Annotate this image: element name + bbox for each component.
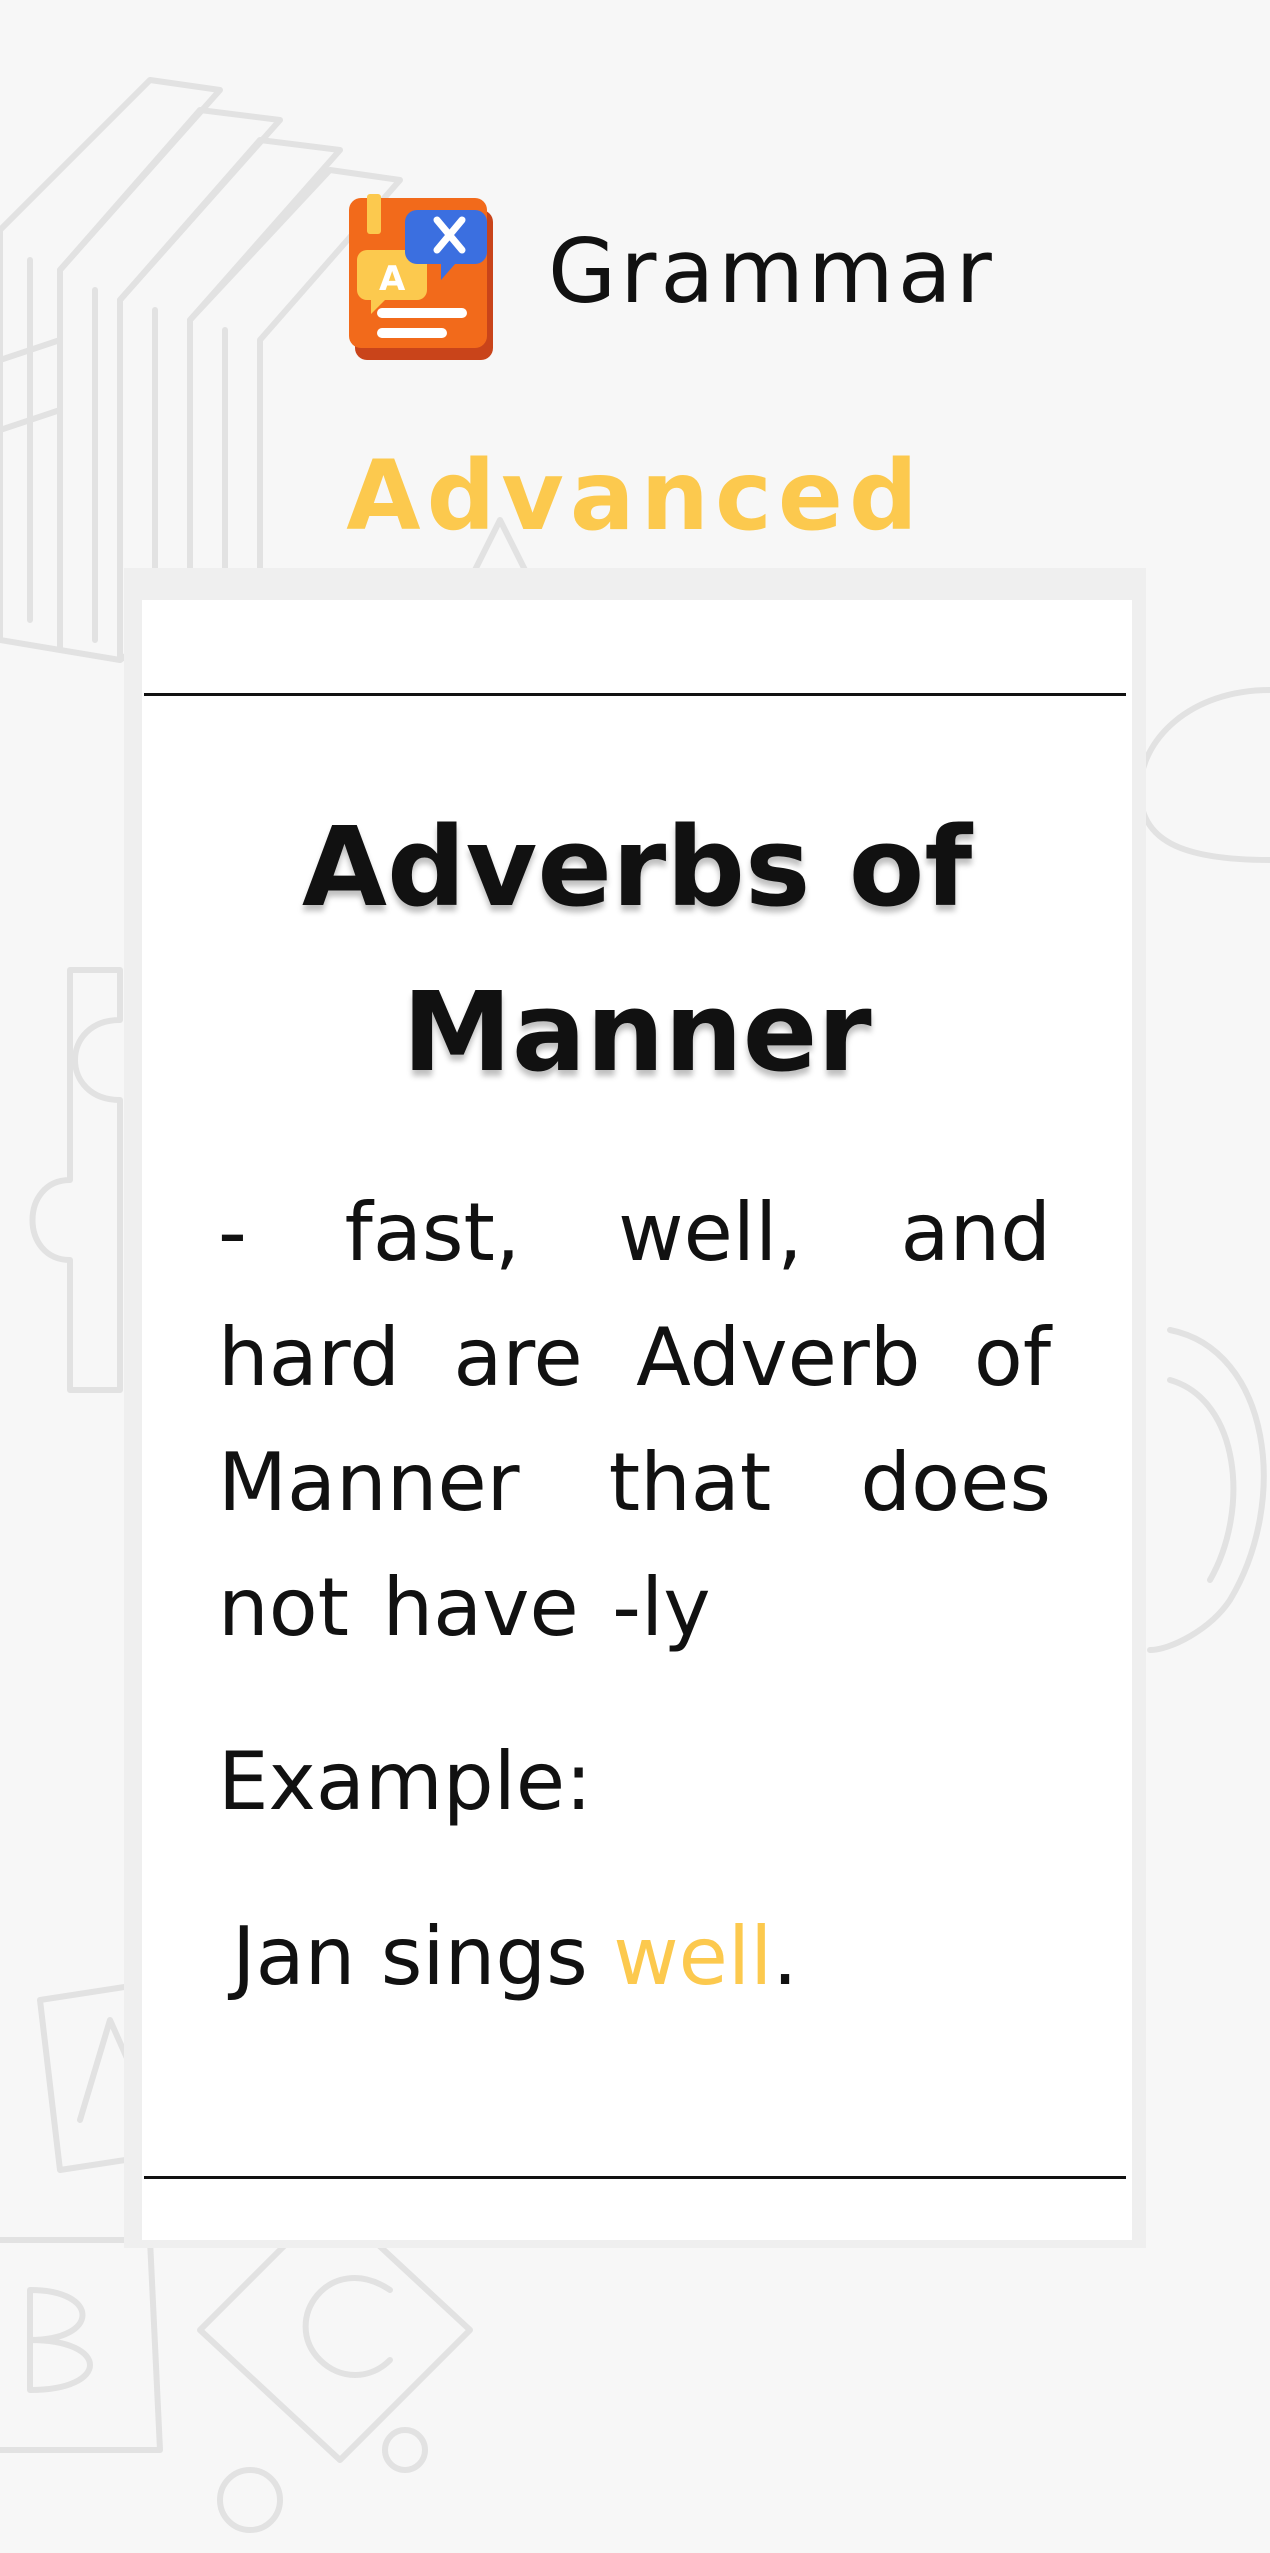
level-label: Advanced: [346, 440, 924, 552]
example-text-before: Jan sings: [232, 1910, 614, 2003]
example-text-after: .: [772, 1910, 798, 2003]
arc-doodle: [1137, 687, 1270, 863]
top-divider: [144, 693, 1126, 696]
puzzle-doodle: [29, 967, 123, 1393]
app-title: Grammar: [548, 220, 996, 323]
lesson-description: - fast, well, and hard are Adverb of Man…: [218, 1186, 1051, 1654]
lesson-title-line-2: Manner: [402, 968, 872, 1096]
app-header: A Grammar: [0, 180, 1270, 370]
lesson-title-line-1: Adverbs of: [301, 803, 973, 931]
lesson-title: Adverbs of Manner: [142, 785, 1132, 1115]
grammar-book-icon: A: [349, 194, 493, 360]
example-sentence: Jan sings well.: [232, 1910, 798, 2003]
example-label: Example:: [218, 1735, 593, 1828]
block-b-doodle: [0, 2237, 163, 2453]
bottom-divider: [144, 2176, 1126, 2179]
svg-text:A: A: [379, 259, 406, 299]
example-highlight: well: [613, 1910, 773, 2003]
